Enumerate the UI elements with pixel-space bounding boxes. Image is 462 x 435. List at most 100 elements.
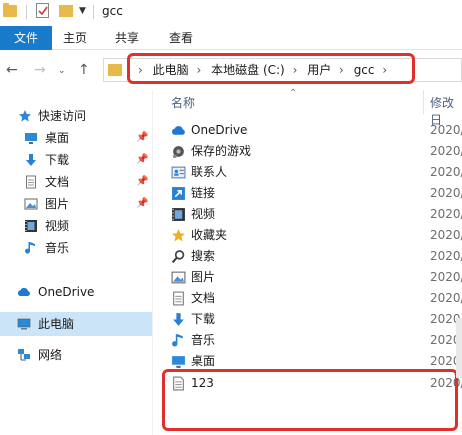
back-arrow-icon[interactable]: ← bbox=[6, 62, 18, 78]
tab-share[interactable]: 共享 bbox=[104, 26, 150, 50]
download-icon bbox=[173, 313, 184, 326]
window-title: gcc bbox=[102, 4, 123, 18]
sidebar-item-network[interactable]: 网络 bbox=[0, 344, 152, 366]
file-highlight bbox=[162, 369, 458, 431]
sidebar-item-label: 图片 bbox=[45, 197, 70, 211]
forward-arrow-icon[interactable]: → bbox=[34, 62, 46, 78]
properties-icon[interactable] bbox=[36, 3, 49, 18]
contacts-icon bbox=[171, 166, 186, 179]
sidebar-item-label: 网络 bbox=[38, 348, 63, 362]
music-icon bbox=[25, 242, 35, 254]
sidebar-item-label: 视频 bbox=[45, 219, 70, 233]
onedrive-icon bbox=[172, 126, 185, 135]
file-date: 2020/ bbox=[430, 270, 462, 284]
quick-access-dropdown-icon[interactable]: ▼ bbox=[79, 6, 86, 16]
navigation-pane: 快速访问 桌面 📌 下载 📌 文档 📌 图片 📌 视频 音乐 OneDrive … bbox=[0, 90, 152, 435]
sidebar-item-label: 文档 bbox=[45, 175, 70, 189]
column-resize-handle[interactable] bbox=[423, 90, 424, 114]
file-name: 视频 bbox=[191, 207, 216, 221]
file-row-links[interactable]: 链接 2020/ bbox=[153, 183, 462, 204]
sidebar-item-quick-access[interactable]: 快速访问 bbox=[0, 105, 152, 127]
sidebar-item-label: OneDrive bbox=[38, 285, 95, 299]
file-row-saved-games[interactable]: 保存的游戏 2020/ bbox=[153, 141, 462, 162]
sidebar-item-music[interactable]: 音乐 bbox=[0, 237, 152, 259]
file-row-searches[interactable]: 搜索 2020/ bbox=[153, 246, 462, 267]
file-row-videos[interactable]: 视频 2020/ bbox=[153, 204, 462, 225]
desktop-icon bbox=[172, 356, 185, 368]
file-row-pictures[interactable]: 图片 2020/ bbox=[153, 267, 462, 288]
file-row-music[interactable]: 音乐 2020/ bbox=[153, 330, 462, 351]
file-date: 2020/ bbox=[430, 207, 462, 221]
address-highlight bbox=[127, 53, 415, 84]
sidebar-item-documents[interactable]: 文档 📌 bbox=[0, 171, 152, 193]
tab-home[interactable]: 主页 bbox=[52, 26, 98, 50]
download-icon bbox=[26, 154, 36, 166]
sort-ascending-icon: ⌃ bbox=[289, 88, 298, 99]
pin-icon[interactable]: 📌 bbox=[136, 149, 148, 171]
sidebar-item-downloads[interactable]: 下载 📌 bbox=[0, 149, 152, 171]
tab-view[interactable]: 查看 bbox=[158, 26, 204, 50]
picture-icon bbox=[24, 198, 38, 210]
scrollbar[interactable] bbox=[456, 318, 462, 378]
divider bbox=[26, 5, 27, 19]
pin-icon[interactable]: 📌 bbox=[136, 171, 148, 193]
sidebar-item-pictures[interactable]: 图片 📌 bbox=[0, 193, 152, 215]
file-date: 2020/ bbox=[430, 123, 462, 137]
up-arrow-icon[interactable]: ↑ bbox=[78, 62, 90, 78]
file-date: 2020/ bbox=[430, 249, 462, 263]
file-date: 2020/ bbox=[430, 144, 462, 158]
recent-locations-icon[interactable]: ⌄ bbox=[58, 66, 66, 76]
file-name: 图片 bbox=[191, 270, 216, 284]
favorites-icon bbox=[172, 229, 185, 242]
file-name: OneDrive bbox=[191, 123, 248, 137]
star-icon bbox=[19, 110, 31, 122]
links-icon bbox=[172, 187, 185, 200]
column-header-name[interactable]: 名称 bbox=[171, 94, 195, 111]
file-name: 音乐 bbox=[191, 333, 216, 347]
pin-icon[interactable]: 📌 bbox=[136, 193, 148, 215]
new-folder-icon[interactable] bbox=[59, 5, 73, 17]
file-name: 联系人 bbox=[191, 165, 228, 179]
file-row-contacts[interactable]: 联系人 2020/ bbox=[153, 162, 462, 183]
file-row-documents[interactable]: 文档 2020/ bbox=[153, 288, 462, 309]
divider bbox=[93, 5, 94, 19]
file-date: 2020/ bbox=[430, 165, 462, 179]
file-name: 链接 bbox=[191, 186, 216, 200]
file-name: 文档 bbox=[191, 291, 216, 305]
sidebar-item-label: 此电脑 bbox=[38, 317, 75, 331]
network-icon bbox=[18, 349, 30, 361]
file-row-onedrive[interactable]: OneDrive 2020/ bbox=[153, 120, 462, 141]
video-icon bbox=[172, 208, 185, 221]
sidebar-item-videos[interactable]: 视频 bbox=[0, 215, 152, 237]
document-icon bbox=[26, 175, 36, 189]
sidebar-item-label: 快速访问 bbox=[38, 109, 87, 123]
file-row-downloads[interactable]: 下载 2020/ bbox=[153, 309, 462, 330]
file-name: 搜索 bbox=[191, 249, 216, 263]
onedrive-icon bbox=[17, 287, 30, 296]
search-icon bbox=[171, 250, 185, 264]
file-row-favorites[interactable]: 收藏夹 2020/ bbox=[153, 225, 462, 246]
sidebar-item-this-pc[interactable]: 此电脑 bbox=[0, 312, 152, 336]
video-icon bbox=[25, 220, 37, 232]
folder-icon bbox=[108, 64, 122, 76]
computer-icon bbox=[17, 318, 31, 330]
title-bar: ▼ gcc bbox=[0, 0, 462, 26]
sidebar-item-label: 桌面 bbox=[45, 131, 70, 145]
folder-icon bbox=[3, 3, 17, 17]
saved-games-icon bbox=[173, 146, 184, 158]
picture-icon bbox=[171, 271, 186, 284]
sidebar-item-label: 音乐 bbox=[45, 241, 70, 255]
file-name: 下载 bbox=[191, 312, 216, 326]
file-name: 保存的游戏 bbox=[191, 144, 252, 158]
desktop-icon bbox=[25, 133, 37, 144]
sidebar-item-label: 下载 bbox=[45, 153, 70, 167]
pin-icon[interactable]: 📌 bbox=[136, 127, 148, 149]
music-icon bbox=[172, 334, 183, 347]
document-icon bbox=[173, 291, 184, 306]
sidebar-item-desktop[interactable]: 桌面 📌 bbox=[0, 127, 152, 149]
ribbon-tabs: 文件 主页 共享 查看 bbox=[0, 26, 462, 50]
sidebar-item-onedrive[interactable]: OneDrive bbox=[0, 281, 152, 303]
file-name: 收藏夹 bbox=[191, 228, 228, 242]
file-date: 2020/ bbox=[430, 228, 462, 242]
tab-file[interactable]: 文件 bbox=[0, 26, 52, 50]
